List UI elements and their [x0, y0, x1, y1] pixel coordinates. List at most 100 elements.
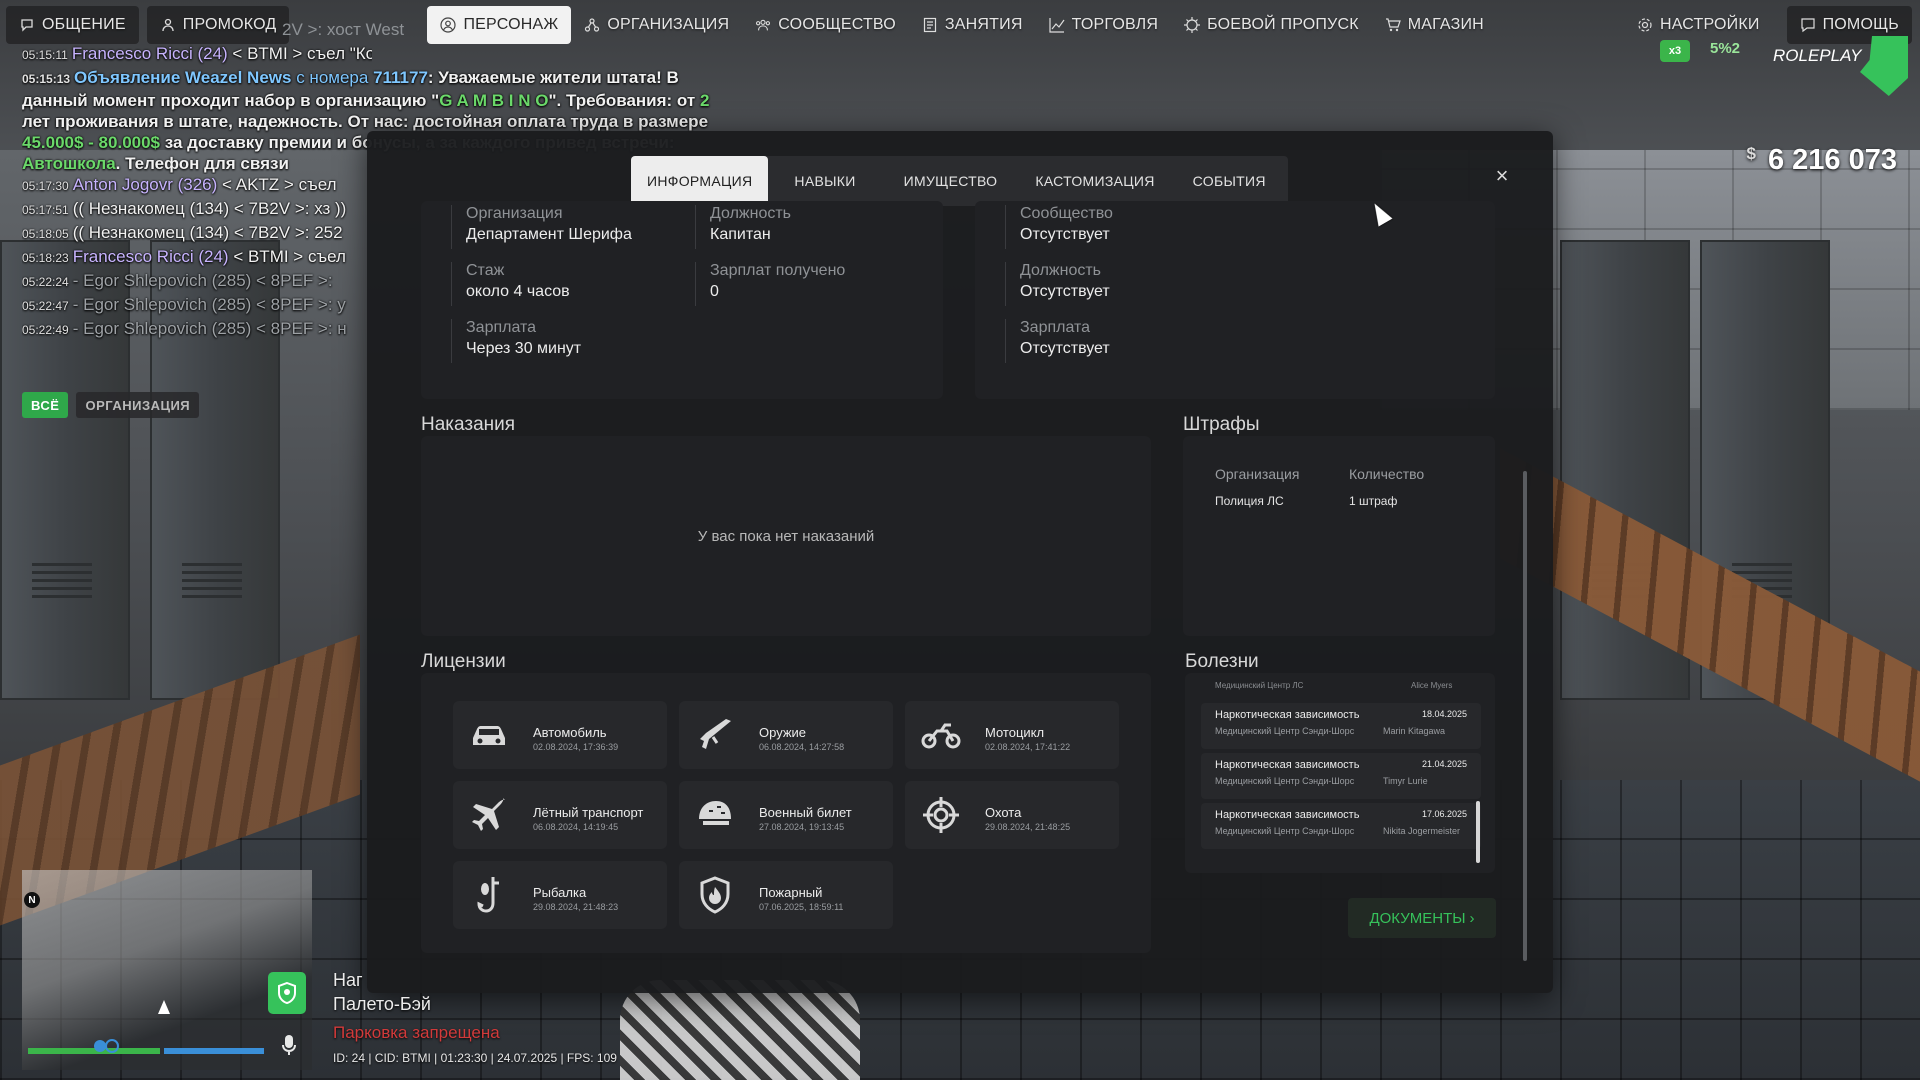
nav-promocode[interactable]: ПРОМОКОД [146, 6, 290, 44]
fines-title: Штрафы [1183, 414, 1260, 435]
license-card[interactable]: Пожарный 07.06.2025, 18:59:11 [679, 861, 893, 929]
field-label: Стаж [466, 262, 505, 279]
illnesses-title: Болезни [1185, 651, 1259, 672]
license-card[interactable]: Оружие 06.08.2024, 14:27:58 [679, 701, 893, 769]
illness-row: Наркотическая зависимость 21.04.2025 Мед… [1201, 753, 1481, 799]
nav-label: ОБЩЕНИЕ [42, 16, 126, 33]
illness-date: 21.04.2025 [1421, 759, 1467, 769]
nav-trade[interactable]: ТОРГОВЛЯ [1036, 6, 1172, 44]
license-card[interactable]: Военный билет 27.08.2024, 19:13:45 [679, 781, 893, 849]
nav-shop[interactable]: МАГАЗИН [1372, 6, 1497, 44]
fines-col-count: Количество [1349, 466, 1425, 482]
documents-button[interactable]: ДОКУМЕНТЫ › [1348, 898, 1496, 938]
chat-time: 05:22:47 [22, 299, 69, 313]
chat-text: < BTMI > съел [228, 247, 346, 266]
modal-tabs: ИНФОРМАЦИЯ НАВЫКИ ИМУЩЕСТВО КАСТОМИЗАЦИЯ… [631, 156, 1288, 206]
fire-shield-icon [695, 876, 735, 914]
chat-message: 05:18:23 Francesco Ricci (24) < BTMI > съ… [22, 246, 372, 270]
chat-message: 05:22:24- Egor Shlepovich (285) < 8PEF >… [22, 270, 372, 294]
illness-name: Наркотическая зависимость [1215, 809, 1360, 821]
nav-label: ТОРГОВЛЯ [1071, 16, 1159, 33]
org-field: Организация Департамент Шерифа [451, 205, 632, 249]
illness-partial-place: Медицинский Центр ЛС [1215, 681, 1304, 690]
tab-skills[interactable]: НАВЫКИ [768, 156, 881, 206]
illness-doctor: Nikita Jogermeister [1383, 826, 1461, 836]
chat-message: 05:17:51(( Незнакомец (134) < 7B2V >: хз… [22, 198, 372, 222]
character-modal: ИНФОРМАЦИЯ НАВЫКИ ИМУЩЕСТВО КАСТОМИЗАЦИЯ… [367, 131, 1553, 993]
license-name: Лётный транспорт [533, 805, 644, 820]
license-name: Охота [985, 805, 1022, 820]
community-salary-field: Зарплата Отсутствует [1005, 319, 1110, 363]
tab-customization[interactable]: КАСТОМИЗАЦИЯ [1019, 156, 1170, 206]
chat-text: с номера [291, 68, 374, 87]
nav-community[interactable]: СООБЩЕСТВО [742, 6, 909, 44]
chat-text: - Egor Shlepovich (285) < 8PEF >: [72, 271, 333, 290]
chat-message: 05:15:11 Francesco Ricci (24) < BTMI > съ… [22, 43, 372, 67]
logo-mark-icon [1860, 36, 1908, 96]
field-value: Отсутствует [1020, 226, 1110, 243]
field-label: Должность [1020, 262, 1101, 279]
license-name: Военный билет [759, 805, 852, 820]
chat-text: . Телефон для связи [115, 154, 289, 173]
military-helmet-icon [695, 797, 735, 833]
community-field: Сообщество Отсутствует [1005, 205, 1113, 249]
chat-feed: 05:15:11 Francesco Ricci (24) < BTMI > съ… [22, 43, 709, 342]
nav-character[interactable]: ПЕРСОНАЖ [427, 6, 572, 44]
nav-organization[interactable]: ОРГАНИЗАЦИЯ [571, 6, 742, 44]
help-icon [1800, 17, 1816, 33]
nav-label: ПРОМОКОД [182, 16, 277, 33]
person-icon [440, 17, 457, 33]
illnesses-scrollbar[interactable] [1476, 801, 1480, 863]
money-display: $6 216 073 [1747, 144, 1897, 177]
nav-activities[interactable]: ЗАНЯТИЯ [909, 6, 1036, 44]
server-logo: x3 5%2 ROLEPLAY [1660, 36, 1910, 96]
chat-tab-all[interactable]: ВСЁ [22, 392, 69, 418]
chat-time: 05:17:30 [22, 179, 69, 193]
battle-pass-icon [1184, 17, 1201, 33]
nav-battle-pass[interactable]: БОЕВОЙ ПРОПУСК [1171, 6, 1372, 44]
license-card[interactable]: Автомобиль 02.08.2024, 17:36:39 [453, 701, 667, 769]
fines-row-count: 1 штраф [1349, 494, 1398, 508]
license-card[interactable]: Охота 29.08.2024, 21:48:25 [905, 781, 1119, 849]
license-card[interactable]: Лётный транспорт 06.08.2024, 14:19:45 [453, 781, 667, 849]
field-value: около 4 часов [466, 283, 570, 300]
tab-information[interactable]: ИНФОРМАЦИЯ [631, 156, 769, 206]
nav-label: ПОМОЩЬ [1822, 16, 1899, 33]
punishments-title: Наказания [421, 414, 516, 435]
licenses-title: Лицензии [421, 651, 506, 672]
chat-message: 05:17:30 Anton Jogovr (326) < AKTZ > съел [22, 174, 372, 198]
license-date: 02.08.2024, 17:41:22 [985, 742, 1071, 752]
tab-events[interactable]: СОБЫТИЯ [1171, 156, 1288, 206]
nav-chat[interactable]: ОБЩЕНИЕ [6, 6, 139, 44]
position-field: Должность Капитан [695, 205, 791, 249]
fines-panel: Организация Количество Полиция ЛС 1 штра… [1183, 436, 1495, 636]
experience-field: Стаж около 4 часов [451, 262, 570, 306]
tab-property[interactable]: ИМУЩЕСТВО [882, 156, 1020, 206]
illness-partial-doctor: Alice Myers [1411, 681, 1453, 690]
field-value: Департамент Шерифа [466, 226, 632, 243]
documents-button-label: ДОКУМЕНТЫ [1369, 909, 1466, 927]
illness-place: Медицинский Центр Сэнди-Шорс [1215, 726, 1355, 736]
nav-label: МАГАЗИН [1407, 16, 1484, 33]
bonus-badge: 5%2 [1710, 40, 1741, 57]
chat-author: Francesco Ricci (24) [71, 44, 228, 63]
salary-field: Зарплата Через 30 минут [451, 319, 581, 363]
license-card[interactable]: Мотоцикл 02.08.2024, 17:41:22 [905, 701, 1119, 769]
chat-tab-organization[interactable]: ОРГАНИЗАЦИЯ [76, 392, 200, 418]
fines-col-organization: Организация [1215, 466, 1300, 482]
close-icon[interactable]: × [1490, 163, 1514, 188]
field-value: Отсутствует [1020, 340, 1110, 357]
salaries-received-field: Зарплат получено 0 [695, 262, 845, 306]
license-date: 27.08.2024, 19:13:45 [759, 822, 845, 832]
field-label: Должность [710, 205, 791, 222]
field-value: 0 [710, 283, 719, 300]
chat-author: Francesco Ricci (24) [72, 247, 229, 266]
license-name: Мотоцикл [985, 725, 1045, 740]
field-label: Организация [466, 205, 563, 222]
modal-scrollbar[interactable] [1523, 471, 1527, 961]
bars-icon [92, 1038, 126, 1059]
chat-text: - Egor Shlepovich (285) < 8PEF >: н [72, 319, 347, 338]
license-card[interactable]: Рыбалка 29.08.2024, 21:48:23 [453, 861, 667, 929]
nav-label: ОРГАНИЗАЦИЯ [607, 16, 730, 33]
chat-text: < BTMI > съел "Конфета" [232, 44, 372, 63]
